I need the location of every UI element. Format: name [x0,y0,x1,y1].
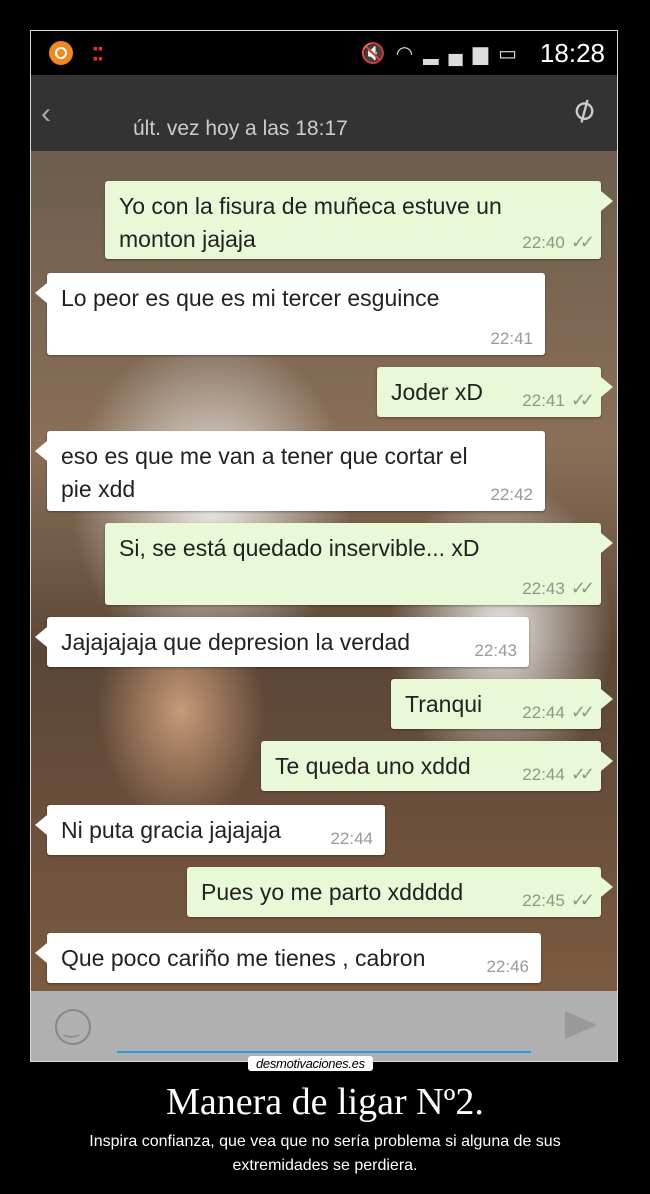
message-time: 22:40 [522,233,565,252]
message-text: Yo con la fisura de muñeca estuve un mon… [119,193,502,252]
message-meta: 22:44 ✓✓ [522,702,595,723]
message-meta: 22:46 [486,957,529,977]
message-meta: 22:44 ✓✓ [522,764,595,785]
message-time: 22:44 [522,703,565,722]
message-bubble[interactable]: Joder xD 22:41 ✓✓ [377,367,613,417]
message-bubble[interactable]: Ni puta gracia jajajaja 22:44 [35,805,385,855]
message-time: 22:45 [522,891,565,910]
message-meta: 22:44 [330,829,373,849]
status-clock: 18:28 [539,38,605,68]
message-bubble[interactable]: Lo peor es que es mi tercer esguince 22:4… [35,273,545,355]
message-text: Te queda uno xddd [275,753,471,779]
message-bubble[interactable]: Tranqui 22:44 ✓✓ [391,679,613,729]
message-time: 22:44 [522,765,565,784]
message-meta: 22:41 ✓✓ [522,390,595,411]
app-notification-icon [49,41,73,65]
message-time: 22:46 [486,957,529,976]
message-meta: 22:41 [490,329,533,349]
message-meta: 22:45 ✓✓ [522,890,595,911]
signal-icon: ▂▄▆ [423,43,499,65]
read-ticks-icon: ✓✓ [570,890,595,910]
message-bubble[interactable]: eso es que me van a tener que cortar el … [35,431,545,511]
read-ticks-icon: ✓✓ [570,578,595,598]
read-ticks-icon: ✓✓ [570,702,595,722]
mute-icon: 🔇 [360,43,396,65]
message-text: Joder xD [391,379,484,405]
status-bar: ▪▪ ▪▪ 🔇◠▂▄▆▭ 18:28 [31,31,617,75]
message-text: Ni puta gracia jajajaja [61,817,281,843]
message-meta: 22:43 ✓✓ [522,578,595,599]
message-text: Que poco cariño me tienes , cabron [61,945,426,971]
read-ticks-icon: ✓✓ [570,764,595,784]
message-composer [31,991,617,1061]
attach-icon[interactable]: ⌀ [564,87,602,132]
message-text: Lo peor es que es mi tercer esguince [61,285,440,311]
read-ticks-icon: ✓✓ [570,232,595,252]
message-bubble[interactable]: Te queda uno xddd 22:44 ✓✓ [261,741,613,791]
message-meta: 22:40 ✓✓ [522,232,595,253]
message-bubble[interactable]: Que poco cariño me tienes , cabron 22:46 [35,933,541,983]
message-time: 22:42 [490,485,533,504]
last-seen-status: últ. vez hoy a las 18:17 [133,117,348,140]
status-icons: 🔇◠▂▄▆▭ [361,41,527,66]
battery-icon: ▭ [498,43,527,65]
send-icon[interactable] [565,1011,597,1039]
message-text: Pues yo me parto xddddd [201,879,464,905]
message-text: Tranqui [405,691,483,717]
message-bubble[interactable]: Jajajajaja que depresion la verdad 22:43 [35,617,529,667]
caption-text: Inspira confianza, que vea que no sería … [89,1133,561,1174]
message-time: 22:44 [330,829,373,848]
phone-screenshot: ▪▪ ▪▪ 🔇◠▂▄▆▭ 18:28 ‹ últ. vez hoy a las 1… [30,30,618,1062]
message-bubble[interactable]: Yo con la fisura de muñeca estuve un mon… [105,181,613,259]
message-text: eso es que me van a tener que cortar el … [61,443,468,502]
wifi-icon: ◠ [395,43,424,65]
message-bubble[interactable]: Pues yo me parto xddddd 22:45 ✓✓ [187,867,613,917]
message-text: Jajajajaja que depresion la verdad [61,629,411,655]
chat-header: ‹ últ. vez hoy a las 18:17 ⌀ [31,75,617,151]
caption-title: Manera de ligar Nº2. [166,1081,484,1123]
read-ticks-icon: ✓✓ [570,390,595,410]
message-time: 22:41 [522,391,565,410]
message-bubble[interactable]: Si, se está quedado inservible... xD 22:4… [105,523,613,605]
message-time: 22:43 [474,641,517,660]
watermark: desmotivaciones.es [248,1056,373,1071]
message-time: 22:41 [490,329,533,348]
bbm-icon: ▪▪ ▪▪ [93,40,103,66]
message-meta: 22:42 [490,485,533,505]
message-time: 22:43 [522,579,565,598]
emoji-icon[interactable] [55,1009,91,1045]
message-meta: 22:43 [474,641,517,661]
back-icon[interactable]: ‹ [41,97,51,131]
message-text: Si, se está quedado inservible... xD [119,535,480,561]
message-input[interactable] [117,1051,531,1053]
chat-area[interactable]: Yo con la fisura de muñeca estuve un mon… [31,151,617,991]
